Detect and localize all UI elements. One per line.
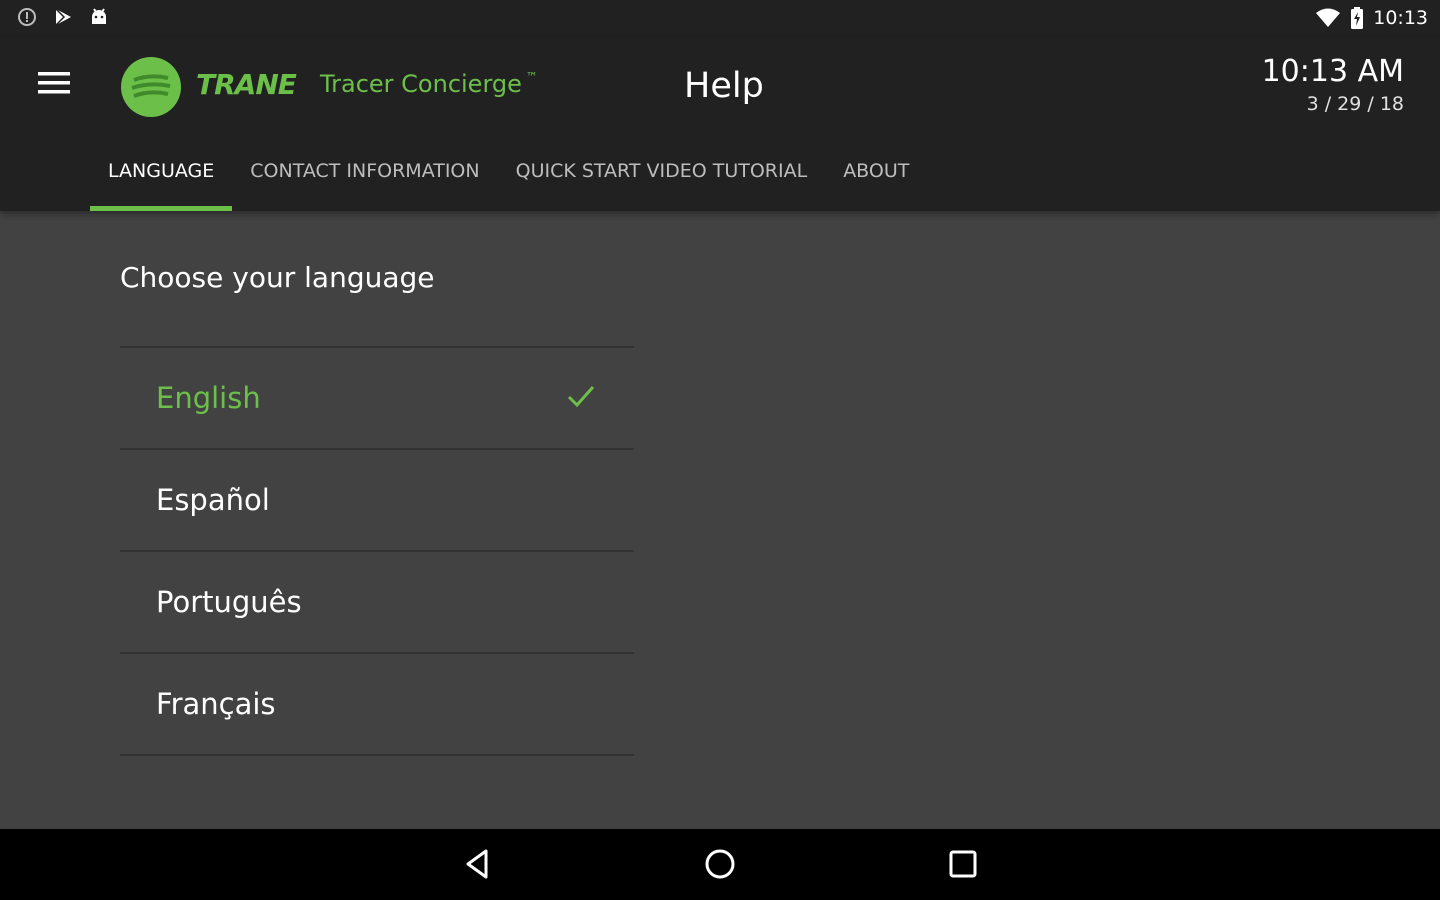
section-title: Choose your language <box>120 261 435 294</box>
brand-name: TRANE <box>196 68 297 101</box>
trademark-mark: ™ <box>525 70 538 84</box>
status-bar: 10:13 <box>0 0 1440 38</box>
language-label: Español <box>156 483 270 517</box>
page-title: Help <box>684 66 764 106</box>
tab-quick-start-video-tutorial[interactable]: QUICK START VIDEO TUTORIAL <box>498 138 826 211</box>
home-icon[interactable] <box>703 847 737 881</box>
back-icon[interactable] <box>460 847 494 881</box>
tab-language[interactable]: LANGUAGE <box>90 138 233 211</box>
date: 3 / 29 / 18 <box>1306 93 1404 115</box>
language-option-portugues[interactable]: Português <box>120 552 634 654</box>
status-time: 10:13 <box>1373 7 1428 29</box>
language-option-espanol[interactable]: Español <box>120 450 634 552</box>
product-name: Tracer Concierge ™ <box>320 70 538 98</box>
product-name-text: Tracer Concierge <box>320 70 522 98</box>
tab-contact-information[interactable]: CONTACT INFORMATION <box>232 138 497 211</box>
play-store-icon <box>55 8 71 26</box>
help-tabs: LANGUAGE CONTACT INFORMATION QUICK START… <box>90 138 927 211</box>
hamburger-menu-icon[interactable] <box>34 68 76 100</box>
battery-icon <box>1351 7 1364 29</box>
android-icon <box>92 8 106 24</box>
wifi-icon <box>1316 8 1341 27</box>
app-bar: TRANE Tracer Concierge ™ Help 10:13 AM 3 … <box>0 38 1440 211</box>
language-panel: Choose your language English Español Por… <box>120 211 634 756</box>
language-list: English Español Português Français <box>120 346 634 756</box>
status-right: 10:13 <box>1315 6 1428 30</box>
language-label: Français <box>156 687 276 721</box>
check-icon <box>567 386 595 408</box>
language-option-francais[interactable]: Français <box>120 654 634 756</box>
trane-logo-icon <box>121 57 181 117</box>
language-label: Português <box>156 585 302 619</box>
navigation-bar <box>0 829 1440 900</box>
language-label: English <box>156 381 261 415</box>
clock: 10:13 AM <box>1261 54 1404 89</box>
tab-about[interactable]: ABOUT <box>825 138 927 211</box>
language-option-english[interactable]: English <box>120 348 634 450</box>
info-icon <box>18 8 36 26</box>
recents-icon[interactable] <box>946 847 980 881</box>
status-left-icons <box>16 6 110 28</box>
